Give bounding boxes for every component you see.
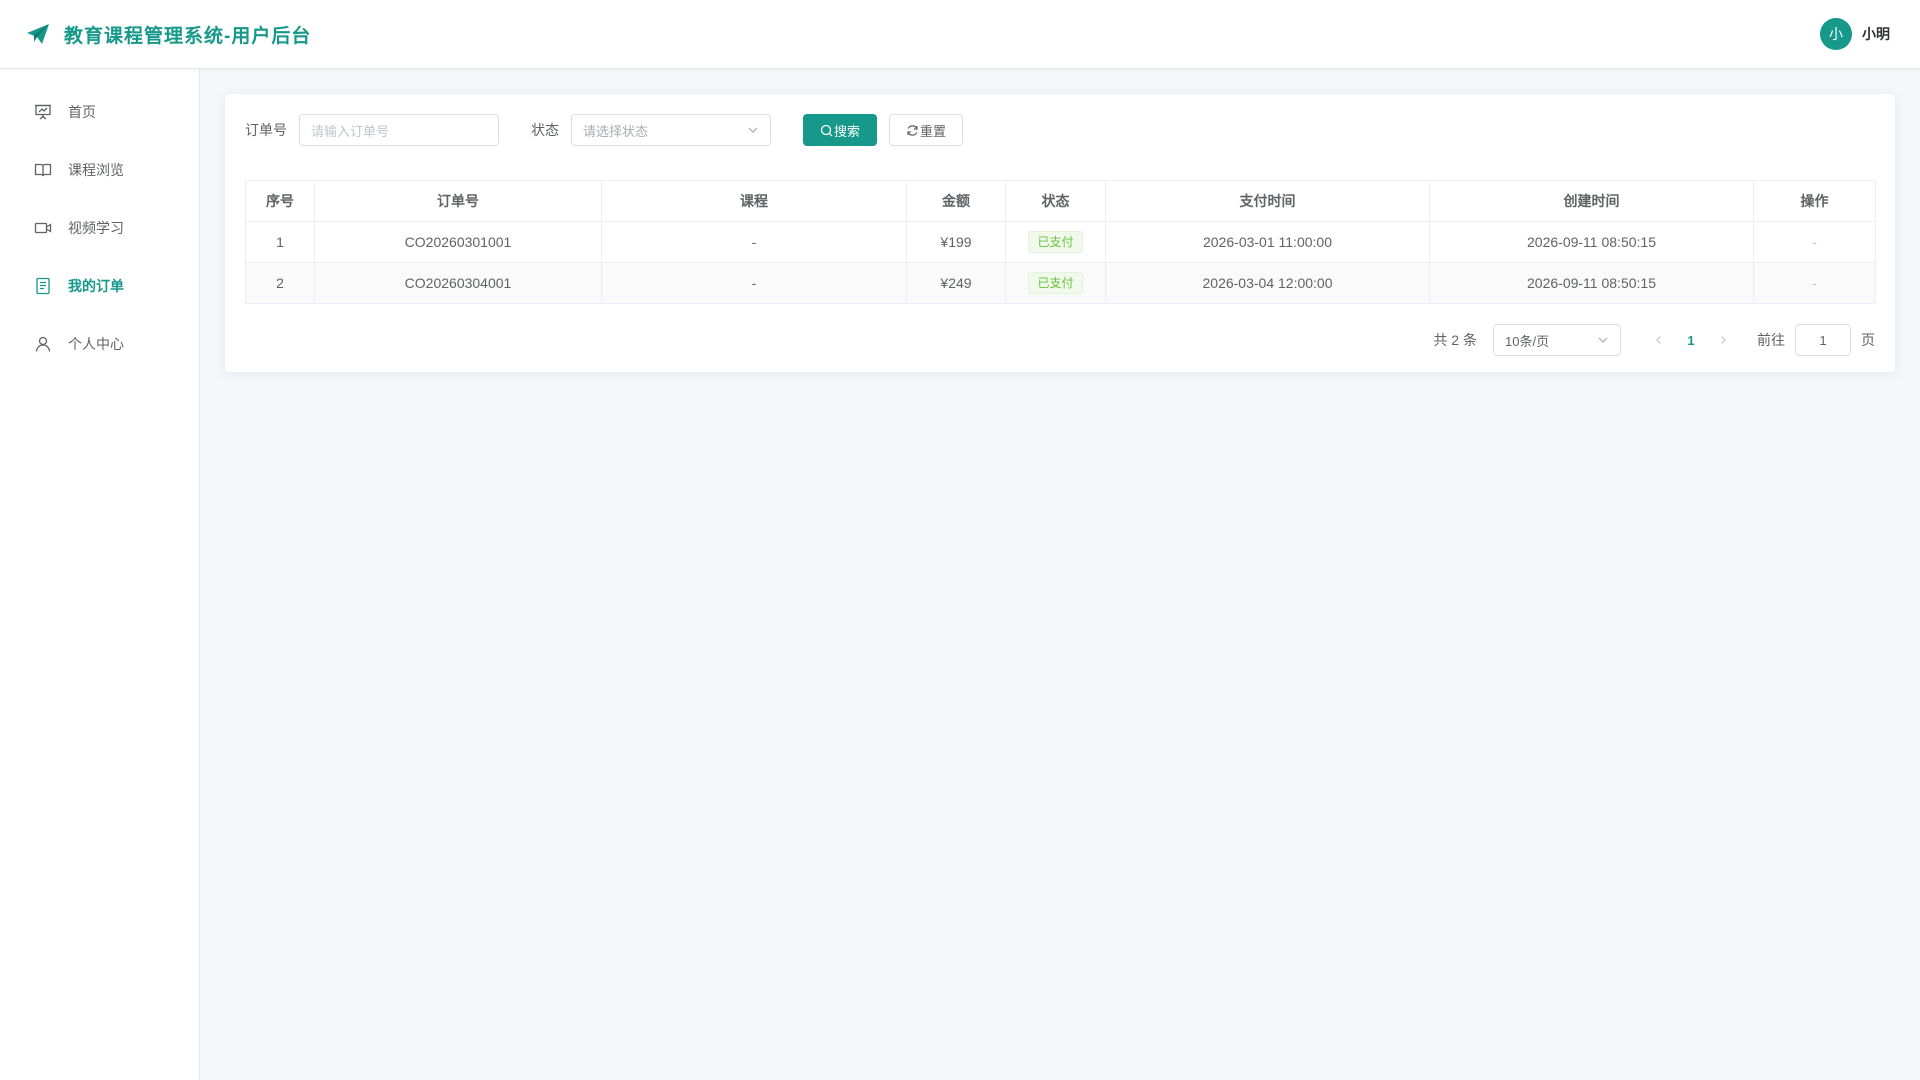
chevron-down-icon xyxy=(1598,337,1608,343)
sidebar-item-label: 课程浏览 xyxy=(68,162,124,178)
orders-table: 序号 订单号 课程 金额 状态 支付时间 创建时间 操作 1 CO2026030… xyxy=(245,180,1876,304)
table-header-row: 序号 订单号 课程 金额 状态 支付时间 创建时间 操作 xyxy=(245,180,1876,222)
app-title: 教育课程管理系统-用户后台 xyxy=(64,25,312,47)
brand: 教育课程管理系统-用户后台 xyxy=(24,20,311,48)
user-menu[interactable]: 小 小明 xyxy=(1820,18,1890,50)
search-button-label: 搜索 xyxy=(833,123,860,139)
username: 小明 xyxy=(1862,26,1890,42)
cell-status: 已支付 xyxy=(1005,221,1106,263)
table-row: 1 CO20260301001 - ¥199 已支付 2026-03-01 11… xyxy=(245,221,1876,263)
table-row: 2 CO20260304001 - ¥249 已支付 2026-03-04 12… xyxy=(245,262,1876,304)
column-header-index: 序号 xyxy=(245,180,315,222)
sidebar-item-label: 个人中心 xyxy=(68,336,124,352)
sidebar-item-home[interactable]: 首页 xyxy=(0,83,199,141)
goto-page-input[interactable]: 1 xyxy=(1795,324,1851,356)
sidebar-item-videos[interactable]: 视频学习 xyxy=(0,199,199,257)
column-header-actions: 操作 xyxy=(1753,180,1876,222)
sidebar-item-label: 首页 xyxy=(68,104,96,120)
cell-order-no: CO20260304001 xyxy=(314,262,602,304)
cell-created-at: 2026-09-11 08:50:15 xyxy=(1429,262,1754,304)
page-number-1[interactable]: 1 xyxy=(1675,324,1707,356)
page-size-value: 10条/页 xyxy=(1505,333,1550,349)
next-page-button[interactable] xyxy=(1707,324,1739,356)
book-open-icon xyxy=(34,161,52,179)
column-header-course: 课程 xyxy=(601,180,907,222)
sidebar-item-label: 视频学习 xyxy=(68,220,124,236)
document-list-icon xyxy=(34,277,52,295)
refresh-icon xyxy=(907,124,918,136)
user-icon xyxy=(34,335,52,353)
sidebar-item-profile[interactable]: 个人中心 xyxy=(0,315,199,373)
reset-button-label: 重置 xyxy=(919,123,946,139)
order-number-input[interactable]: 请输入订单号 xyxy=(299,114,499,146)
cell-course: - xyxy=(601,262,907,304)
avatar: 小 xyxy=(1820,18,1852,50)
cell-index: 1 xyxy=(245,221,315,263)
prev-page-button[interactable] xyxy=(1643,324,1675,356)
chevron-right-icon xyxy=(1721,336,1726,344)
cell-paid-at: 2026-03-04 12:00:00 xyxy=(1105,262,1430,304)
pagination-total: 共 2 条 xyxy=(1433,332,1477,348)
pagination: 共 2 条 10条/页 1 前往 1 页 xyxy=(245,324,1875,356)
cell-order-no: CO20260301001 xyxy=(314,221,602,263)
video-camera-icon xyxy=(34,219,52,237)
cell-course: - xyxy=(601,221,907,263)
search-button[interactable]: 搜索 xyxy=(803,114,877,146)
cell-actions: - xyxy=(1753,221,1876,263)
status-badge: 已支付 xyxy=(1028,272,1083,294)
page-suffix: 页 xyxy=(1861,332,1875,348)
presentation-icon xyxy=(34,103,52,121)
column-header-created-at: 创建时间 xyxy=(1429,180,1754,222)
search-bar: 订单号 请输入订单号 状态 请选择状态 搜索 重置 xyxy=(245,114,1875,146)
sidebar-item-label: 我的订单 xyxy=(68,278,124,294)
reset-button[interactable]: 重置 xyxy=(889,114,963,146)
cell-amount: ¥249 xyxy=(906,262,1006,304)
cell-created-at: 2026-09-11 08:50:15 xyxy=(1429,221,1754,263)
paper-plane-icon xyxy=(27,24,49,44)
sidebar-item-courses[interactable]: 课程浏览 xyxy=(0,141,199,199)
column-header-status: 状态 xyxy=(1005,180,1106,222)
order-number-label: 订单号 xyxy=(245,122,287,138)
cell-actions: - xyxy=(1753,262,1876,304)
chevron-left-icon xyxy=(1656,336,1661,344)
chevron-down-icon xyxy=(748,127,758,133)
status-select-placeholder: 请选择状态 xyxy=(583,123,649,139)
sidebar-item-my-orders[interactable]: 我的订单 xyxy=(0,257,199,315)
top-header: 教育课程管理系统-用户后台 小 小明 xyxy=(0,0,1920,69)
status-label: 状态 xyxy=(531,122,559,138)
orders-card: 订单号 请输入订单号 状态 请选择状态 搜索 重置 序号 订单号 课程 金额 状… xyxy=(224,93,1896,373)
search-icon xyxy=(820,124,833,136)
column-header-paid-at: 支付时间 xyxy=(1105,180,1430,222)
status-select[interactable]: 请选择状态 xyxy=(571,114,771,146)
main-content: 订单号 请输入订单号 状态 请选择状态 搜索 重置 序号 订单号 课程 金额 状… xyxy=(224,93,1896,373)
cell-amount: ¥199 xyxy=(906,221,1006,263)
cell-status: 已支付 xyxy=(1005,262,1106,304)
cell-paid-at: 2026-03-01 11:00:00 xyxy=(1105,221,1430,263)
cell-index: 2 xyxy=(245,262,315,304)
sidebar: 首页 课程浏览 视频学习 我的订单 个人中心 xyxy=(0,69,200,1080)
status-badge: 已支付 xyxy=(1028,231,1083,253)
column-header-order-no: 订单号 xyxy=(314,180,602,222)
page-size-select[interactable]: 10条/页 xyxy=(1493,324,1621,356)
goto-label: 前往 xyxy=(1757,332,1785,348)
column-header-amount: 金额 xyxy=(906,180,1006,222)
